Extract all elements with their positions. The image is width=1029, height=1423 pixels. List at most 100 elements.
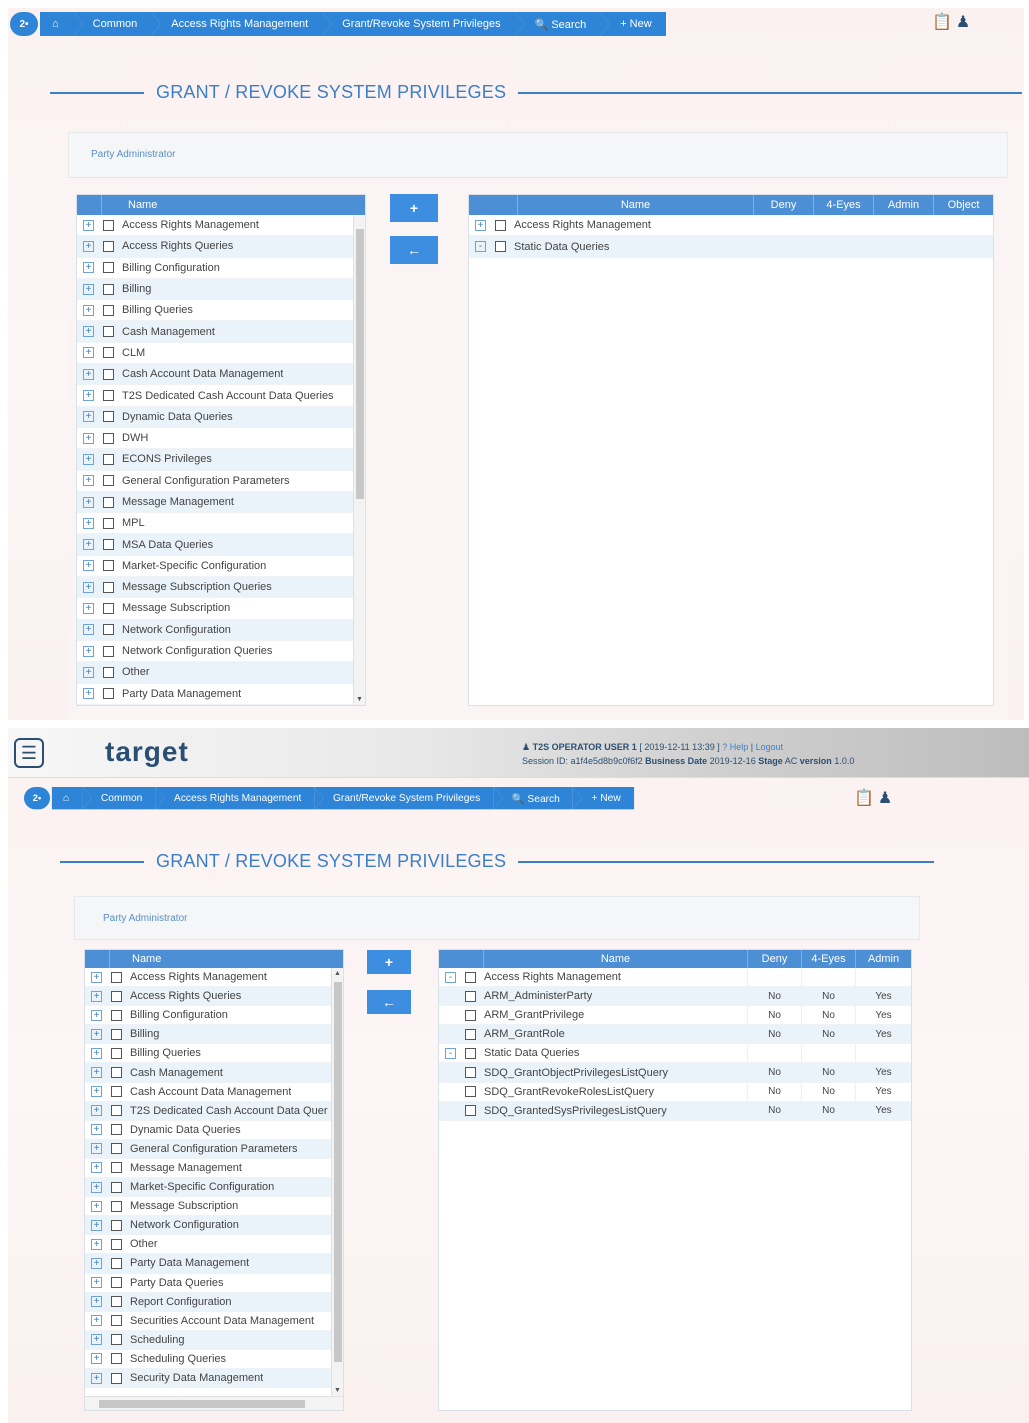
list-item[interactable]: + Cash Management [85,1063,343,1083]
list-item[interactable]: + Billing [77,278,365,301]
list-item[interactable]: + Billing Queries [85,1044,343,1064]
row-checkbox[interactable] [111,1067,122,1079]
scroll-up-arrow[interactable]: ▲ [334,970,341,977]
row-checkbox[interactable] [111,1105,122,1117]
expand-icon[interactable]: + [91,990,102,1002]
expand-icon[interactable]: + [91,1162,102,1174]
row-checkbox[interactable] [103,347,114,359]
expand-icon[interactable]: + [91,1086,102,1098]
header-admin[interactable]: Admin [855,950,911,968]
collapse-icon[interactable]: - [445,1047,456,1059]
row-checkbox[interactable] [465,1105,476,1117]
row-checkbox[interactable] [103,581,114,593]
row-checkbox[interactable] [111,971,122,983]
expand-icon[interactable]: + [91,1181,102,1193]
header-four-eyes[interactable]: 4-Eyes [813,195,873,215]
list-item[interactable]: + Access Rights Queries [77,236,365,258]
list-item[interactable]: + Billing Configuration [77,258,365,279]
row-checkbox[interactable] [103,304,114,316]
row-checkbox[interactable] [103,475,114,487]
list-item[interactable]: + General Configuration Parameters [85,1139,343,1159]
row-checkbox[interactable] [465,971,476,983]
row-checkbox[interactable] [103,496,114,508]
row-checkbox[interactable] [465,1047,476,1059]
row-checkbox[interactable] [111,1334,122,1346]
expand-icon[interactable]: - [475,241,486,253]
row-checkbox[interactable] [111,990,122,1002]
row-checkbox[interactable] [111,1143,122,1155]
list-item[interactable]: + Market-Specific Configuration [85,1178,343,1198]
expand-icon[interactable]: + [91,1372,102,1384]
row-checkbox[interactable] [111,1277,122,1289]
users-icon[interactable]: ♟ [954,14,972,32]
header-admin[interactable]: Admin [873,195,933,215]
list-item[interactable]: + Scheduling [85,1330,343,1350]
table-row[interactable]: SDQ_GrantRevokeRolesListQuery No No Yes [439,1082,911,1102]
row-checkbox[interactable] [103,645,114,657]
breadcrumb-common[interactable]: Common [82,787,165,810]
row-checkbox[interactable] [465,990,476,1002]
row-checkbox[interactable] [111,1219,122,1231]
expand-icon[interactable]: + [83,219,94,231]
help-link[interactable]: ? Help [722,742,748,752]
expand-icon[interactable]: + [91,1219,102,1231]
list-item[interactable]: + Network Configuration [85,1216,343,1236]
list-item[interactable]: + Message Subscription [77,598,365,620]
scroll-down-arrow[interactable]: ▼ [334,1387,341,1394]
list-item[interactable]: + T2S Dedicated Cash Account Data Queries [77,385,365,407]
row-checkbox[interactable] [465,1067,476,1079]
expand-icon[interactable]: + [91,1315,102,1327]
list-item[interactable]: + CLM [77,343,365,365]
expand-icon[interactable]: + [83,390,94,402]
expand-icon[interactable]: + [83,624,94,636]
list-item[interactable]: + Access Rights Management [77,215,365,237]
row-checkbox[interactable] [465,1009,476,1021]
expand-icon[interactable]: + [91,1047,102,1059]
breadcrumb-access-rights-management[interactable]: Access Rights Management [155,787,324,810]
expand-icon[interactable]: + [91,1353,102,1365]
expand-icon[interactable]: + [91,1334,102,1346]
list-item[interactable]: + Report Configuration [85,1292,343,1312]
row-checkbox[interactable] [111,1353,122,1365]
expand-icon[interactable]: + [83,283,94,295]
expand-icon[interactable]: + [83,688,94,700]
row-checkbox[interactable] [111,1047,122,1059]
expand-icon[interactable]: + [83,496,94,508]
expand-icon[interactable]: + [91,1277,102,1289]
list-item[interactable]: + Message Management [77,491,365,514]
expand-icon[interactable]: + [91,1238,102,1250]
scroll-thumb[interactable] [356,229,364,499]
remove-button[interactable]: ← [390,236,438,264]
list-item[interactable]: + Party Data Management [77,684,365,705]
list-item[interactable]: + Cash Account Data Management [77,364,365,386]
breadcrumb-search[interactable]: 🔍 Search [514,12,610,36]
remove-button[interactable]: ← [367,990,411,1014]
row-checkbox[interactable] [111,1296,122,1308]
row-checkbox[interactable] [103,688,114,700]
expand-icon[interactable]: + [83,475,94,487]
expand-icon[interactable]: + [83,666,94,678]
header-four-eyes[interactable]: 4-Eyes [801,950,855,968]
table-row[interactable]: + Access Rights Management [469,215,993,237]
expand-icon[interactable]: + [83,347,94,359]
row-checkbox[interactable] [111,1181,122,1193]
list-item[interactable]: + Party Data Queries [85,1274,343,1293]
list-item[interactable]: + Other [85,1235,343,1255]
row-checkbox[interactable] [495,219,506,231]
row-checkbox[interactable] [103,283,114,295]
row-checkbox[interactable] [103,453,114,465]
list-item[interactable]: + Securities Account Data Management [85,1312,343,1331]
list-item[interactable]: + T2S Dedicated Cash Account Data Quer [85,1101,343,1121]
list-item[interactable]: + Billing [85,1025,343,1045]
list-item[interactable]: + Other [77,662,365,684]
row-checkbox[interactable] [111,1257,122,1269]
row-checkbox[interactable] [111,1086,122,1098]
breadcrumb-home-icon[interactable]: ⌂ [51,787,92,810]
row-checkbox[interactable] [103,624,114,636]
expand-icon[interactable]: + [83,326,94,338]
row-checkbox[interactable] [111,1200,122,1212]
scroll-thumb[interactable] [334,982,342,1362]
list-item[interactable]: + Scheduling Queries [85,1350,343,1369]
collapse-icon[interactable]: - [445,971,456,983]
list-item[interactable]: + Network Configuration [77,619,365,641]
